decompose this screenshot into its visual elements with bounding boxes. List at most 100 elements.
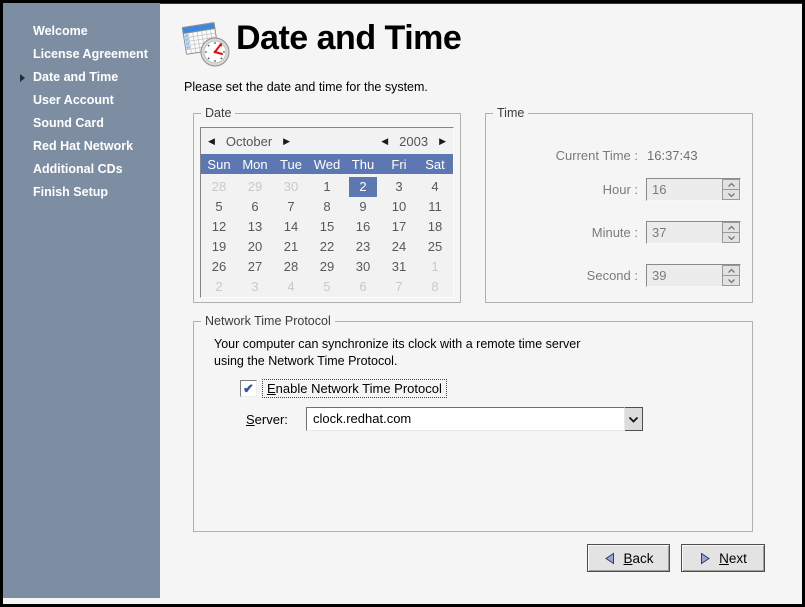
minute-spinner[interactable]: 37 bbox=[646, 221, 741, 244]
calendar-day[interactable]: 9 bbox=[345, 197, 381, 217]
calendar-day-selected[interactable]: 2 bbox=[349, 177, 377, 197]
next-button[interactable]: Next bbox=[681, 544, 765, 572]
day-header-mon: Mon bbox=[237, 157, 273, 172]
sidebar: Welcome License Agreement Date and TimeUse… bbox=[3, 3, 160, 598]
second-value: 39 bbox=[647, 265, 722, 286]
main-panel: Date and Time Please set the date and ti… bbox=[160, 3, 802, 604]
sidebar-item-additional-cds[interactable]: Additional CDs bbox=[3, 158, 160, 181]
enable-ntp-checkbox[interactable]: ✔ bbox=[240, 380, 257, 397]
sidebar-item-license-agreement[interactable]: License Agreement bbox=[3, 43, 160, 66]
calendar-day[interactable]: 5 bbox=[201, 197, 237, 217]
prev-month-icon[interactable]: ◀ bbox=[208, 137, 215, 146]
calendar-day[interactable]: 5 bbox=[309, 277, 345, 297]
calendar-day[interactable]: 22 bbox=[309, 237, 345, 257]
sidebar-item-label: Welcome bbox=[33, 24, 88, 38]
calendar-day[interactable]: 23 bbox=[345, 237, 381, 257]
calendar-day[interactable]: 18 bbox=[417, 217, 453, 237]
second-down-button[interactable] bbox=[722, 276, 740, 286]
calendar-day[interactable]: 28 bbox=[273, 257, 309, 277]
calendar-day[interactable]: 24 bbox=[381, 237, 417, 257]
second-up-button[interactable] bbox=[722, 265, 740, 276]
time-section: Time Current Time : 16:37:43 Hour : 16 M… bbox=[485, 113, 753, 303]
calendar-day[interactable]: 7 bbox=[381, 277, 417, 297]
calendar-day[interactable]: 4 bbox=[273, 277, 309, 297]
page-title: Date and Time bbox=[236, 19, 461, 58]
calendar-day[interactable]: 3 bbox=[381, 177, 417, 197]
server-combobox: clock.redhat.com bbox=[306, 407, 643, 431]
ntp-description: Your computer can synchronize its clock … bbox=[214, 336, 580, 369]
next-button-label: Next bbox=[719, 551, 747, 566]
next-arrow-icon bbox=[699, 552, 712, 565]
checkmark-icon: ✔ bbox=[243, 382, 254, 395]
prev-year-icon[interactable]: ◀ bbox=[381, 137, 388, 146]
time-frame-label: Time bbox=[493, 106, 528, 120]
enable-ntp-label[interactable]: Enable Network Time Protocol bbox=[262, 379, 447, 398]
sidebar-item-date-and-time[interactable]: Date and Time bbox=[3, 66, 160, 89]
back-button[interactable]: Back bbox=[587, 544, 670, 572]
sidebar-item-welcome[interactable]: Welcome bbox=[3, 20, 160, 43]
calendar-day[interactable]: 14 bbox=[273, 217, 309, 237]
calendar-day[interactable]: 3 bbox=[237, 277, 273, 297]
sidebar-item-user-account[interactable]: User Account bbox=[3, 89, 160, 112]
sidebar-item-label: License Agreement bbox=[33, 47, 148, 61]
calendar-day[interactable]: 1 bbox=[417, 257, 453, 277]
calendar-day[interactable]: 28 bbox=[201, 177, 237, 197]
minute-up-button[interactable] bbox=[722, 222, 740, 233]
next-month-icon[interactable]: ▶ bbox=[283, 137, 290, 146]
calendar-day[interactable]: 10 bbox=[381, 197, 417, 217]
calendar-day[interactable]: 20 bbox=[237, 237, 273, 257]
calendar-day[interactable]: 31 bbox=[381, 257, 417, 277]
calendar-day[interactable]: 21 bbox=[273, 237, 309, 257]
server-dropdown-button[interactable] bbox=[625, 407, 643, 431]
back-button-label: Back bbox=[623, 551, 653, 566]
calendar-day[interactable]: 26 bbox=[201, 257, 237, 277]
day-header-fri: Fri bbox=[381, 157, 417, 172]
date-section: Date ◀ October ▶ ◀ 2003 ▶ SunMonTueWedTh… bbox=[193, 113, 461, 303]
hour-label: Hour : bbox=[486, 182, 638, 197]
calendar-day[interactable]: 6 bbox=[237, 197, 273, 217]
calendar-day[interactable]: 8 bbox=[309, 197, 345, 217]
calendar-day[interactable]: 11 bbox=[417, 197, 453, 217]
calendar-day[interactable]: 29 bbox=[237, 177, 273, 197]
ntp-description-line1: Your computer can synchronize its clock … bbox=[214, 336, 580, 353]
calendar-day[interactable]: 16 bbox=[345, 217, 381, 237]
calendar-day[interactable]: 1 bbox=[309, 177, 345, 197]
server-label: Server: bbox=[246, 412, 288, 427]
hour-up-button[interactable] bbox=[722, 179, 740, 190]
page-subtitle: Please set the date and time for the sys… bbox=[184, 80, 428, 94]
calendar-day[interactable]: 17 bbox=[381, 217, 417, 237]
active-item-pointer-icon bbox=[20, 74, 25, 82]
calendar-day[interactable]: 30 bbox=[345, 257, 381, 277]
hour-spinner[interactable]: 16 bbox=[646, 178, 741, 201]
calendar-day[interactable]: 15 bbox=[309, 217, 345, 237]
second-spinner[interactable]: 39 bbox=[646, 264, 741, 287]
sidebar-item-label: Additional CDs bbox=[33, 162, 123, 176]
calendar-day[interactable]: 19 bbox=[201, 237, 237, 257]
calendar-day[interactable]: 30 bbox=[273, 177, 309, 197]
calendar-day[interactable]: 29 bbox=[309, 257, 345, 277]
calendar-day[interactable]: 6 bbox=[345, 277, 381, 297]
minute-label: Minute : bbox=[486, 225, 638, 240]
date-frame-label: Date bbox=[201, 106, 235, 120]
sidebar-item-sound-card[interactable]: Sound Card bbox=[3, 112, 160, 135]
day-header-sat: Sat bbox=[417, 157, 453, 172]
day-header-tue: Tue bbox=[273, 157, 309, 172]
current-time-label: Current Time : bbox=[486, 148, 638, 163]
sidebar-item-red-hat-network[interactable]: Red Hat Network bbox=[3, 135, 160, 158]
calendar-day[interactable]: 13 bbox=[237, 217, 273, 237]
sidebar-item-finish-setup[interactable]: Finish Setup bbox=[3, 181, 160, 204]
calendar-day[interactable]: 8 bbox=[417, 277, 453, 297]
calendar-day[interactable]: 2 bbox=[201, 277, 237, 297]
calendar-day[interactable]: 25 bbox=[417, 237, 453, 257]
calendar-day[interactable]: 4 bbox=[417, 177, 453, 197]
calendar-day[interactable]: 12 bbox=[201, 217, 237, 237]
ntp-section: Network Time Protocol Your computer can … bbox=[193, 321, 753, 532]
server-input[interactable]: clock.redhat.com bbox=[306, 407, 625, 431]
calendar-grid: 2829301234567891011121314151617181920212… bbox=[201, 174, 453, 297]
hour-down-button[interactable] bbox=[722, 190, 740, 200]
next-year-icon[interactable]: ▶ bbox=[439, 137, 446, 146]
calendar-day[interactable]: 7 bbox=[273, 197, 309, 217]
ntp-frame-label: Network Time Protocol bbox=[201, 314, 335, 328]
minute-down-button[interactable] bbox=[722, 233, 740, 243]
calendar-day[interactable]: 27 bbox=[237, 257, 273, 277]
